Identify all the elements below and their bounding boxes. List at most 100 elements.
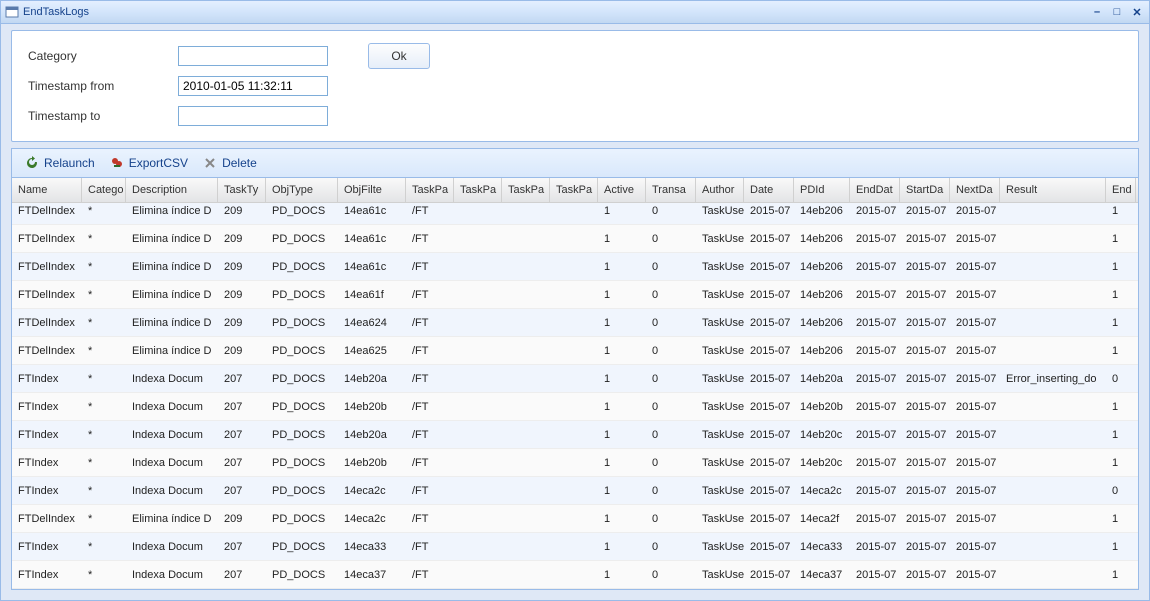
cell-date: 2015-07 xyxy=(744,205,794,217)
cell-end: 1 xyxy=(1106,457,1136,469)
cell-objfilter: 14eb20b xyxy=(338,401,406,413)
table-row[interactable]: FTDelIndex*Elimina índice D209PD_DOCS14e… xyxy=(12,253,1138,281)
table-row[interactable]: FTDelIndex*Elimina índice D209PD_DOCS14e… xyxy=(12,225,1138,253)
cell-startdate: 2015-07 xyxy=(900,373,950,385)
table-row[interactable]: FTIndex*Indexa Docum207PD_DOCS14eb20b/FT… xyxy=(12,393,1138,421)
exportcsv-button[interactable]: ExportCSV xyxy=(103,152,194,174)
column-header[interactable]: TaskPa xyxy=(550,178,598,202)
cell-name: FTDelIndex xyxy=(12,289,82,301)
column-header[interactable]: NextDa xyxy=(950,178,1000,202)
cell-name: FTDelIndex xyxy=(12,233,82,245)
table-row[interactable]: FTDelIndex*Elimina índice D209PD_DOCS14e… xyxy=(12,337,1138,365)
cell-cat: * xyxy=(82,429,126,441)
minimize-button[interactable]: – xyxy=(1089,5,1105,19)
column-header[interactable]: Name xyxy=(12,178,82,202)
cell-name: FTDelIndex xyxy=(12,345,82,357)
cell-startdate: 2015-07 xyxy=(900,233,950,245)
column-header[interactable]: ObjFilte xyxy=(338,178,406,202)
column-header[interactable]: TaskPa xyxy=(406,178,454,202)
column-header[interactable]: End xyxy=(1106,178,1136,202)
table-row[interactable]: FTIndex*Indexa Docum207PD_DOCS14eb20a/FT… xyxy=(12,421,1138,449)
cell-tasktype: 207 xyxy=(218,429,266,441)
column-header[interactable]: Result xyxy=(1000,178,1106,202)
column-header[interactable]: Author xyxy=(696,178,744,202)
cell-nextdate: 2015-07 xyxy=(950,485,1000,497)
table-row[interactable]: FTIndex*Indexa Docum207PD_DOCS14eb20a/FT… xyxy=(12,365,1138,393)
cell-objtype: PD_DOCS xyxy=(266,569,338,581)
cell-author: TaskUse xyxy=(696,261,744,273)
cell-objtype: PD_DOCS xyxy=(266,429,338,441)
table-row[interactable]: FTIndex*Indexa Docum207PD_DOCS14eca37/FT… xyxy=(12,561,1138,589)
cell-trans: 0 xyxy=(646,261,696,273)
column-header[interactable]: PDId xyxy=(794,178,850,202)
cell-objfilter: 14eca2c xyxy=(338,485,406,497)
cell-end: 1 xyxy=(1106,569,1136,581)
cell-pdid: 14eb206 xyxy=(794,345,850,357)
cell-objtype: PD_DOCS xyxy=(266,513,338,525)
relaunch-button[interactable]: Relaunch xyxy=(18,152,101,174)
cell-tasktype: 207 xyxy=(218,457,266,469)
table-row[interactable]: FTIndex*Indexa Docum207PD_DOCS14eb20b/FT… xyxy=(12,449,1138,477)
cell-cat: * xyxy=(82,261,126,273)
exportcsv-label: ExportCSV xyxy=(129,156,188,170)
column-header[interactable]: TaskTy xyxy=(218,178,266,202)
cell-end: 1 xyxy=(1106,541,1136,553)
cell-objtype: PD_DOCS xyxy=(266,485,338,497)
delete-button[interactable]: Delete xyxy=(196,152,263,174)
cell-active: 1 xyxy=(598,289,646,301)
cell-enddate: 2015-07 xyxy=(850,429,900,441)
cell-nextdate: 2015-07 xyxy=(950,233,1000,245)
column-header[interactable]: Active xyxy=(598,178,646,202)
column-header[interactable]: EndDat xyxy=(850,178,900,202)
cell-desc: Indexa Docum xyxy=(126,457,218,469)
column-header[interactable]: Date xyxy=(744,178,794,202)
titlebar[interactable]: EndTaskLogs – □ ✕ xyxy=(1,1,1149,24)
table-row[interactable]: FTIndex*Indexa Docum207PD_DOCS14eca33/FT… xyxy=(12,533,1138,561)
column-header[interactable]: Catego xyxy=(82,178,126,202)
cell-objfilter: 14ea61c xyxy=(338,205,406,217)
maximize-button[interactable]: □ xyxy=(1109,5,1125,19)
cell-enddate: 2015-07 xyxy=(850,401,900,413)
cell-objtype: PD_DOCS xyxy=(266,205,338,217)
column-header[interactable]: TaskPa xyxy=(502,178,550,202)
cell-tasktype: 207 xyxy=(218,485,266,497)
cell-active: 1 xyxy=(598,373,646,385)
cell-date: 2015-07 xyxy=(744,401,794,413)
table-row[interactable]: FTIndex*Indexa Docum207PD_DOCS14eca2c/FT… xyxy=(12,477,1138,505)
cell-desc: Indexa Docum xyxy=(126,401,218,413)
table-row[interactable]: FTDelIndex*Elimina índice D209PD_DOCS14e… xyxy=(12,203,1138,225)
cell-cat: * xyxy=(82,513,126,525)
timestamp-to-input[interactable] xyxy=(178,106,328,126)
column-header[interactable]: TaskPa xyxy=(454,178,502,202)
table-row[interactable]: FTDelIndex*Elimina índice D209PD_DOCS14e… xyxy=(12,309,1138,337)
close-button[interactable]: ✕ xyxy=(1129,5,1145,19)
ok-button[interactable]: Ok xyxy=(368,43,430,69)
cell-active: 1 xyxy=(598,569,646,581)
cell-startdate: 2015-07 xyxy=(900,457,950,469)
column-header[interactable]: Transa xyxy=(646,178,696,202)
cell-nextdate: 2015-07 xyxy=(950,569,1000,581)
cell-cat: * xyxy=(82,233,126,245)
cell-tp1: /FT xyxy=(406,513,454,525)
cell-tasktype: 209 xyxy=(218,233,266,245)
cell-tp1: /FT xyxy=(406,373,454,385)
category-input[interactable] xyxy=(178,46,328,66)
cell-date: 2015-07 xyxy=(744,261,794,273)
cell-author: TaskUse xyxy=(696,457,744,469)
column-header[interactable]: ObjType xyxy=(266,178,338,202)
table-row[interactable]: FTDelIndex*Elimina índice D209PD_DOCS14e… xyxy=(12,281,1138,309)
cell-cat: * xyxy=(82,373,126,385)
grid-body[interactable]: FTDelIndex*Elimina índice D209PD_DOCS14e… xyxy=(12,203,1138,589)
cell-enddate: 2015-07 xyxy=(850,485,900,497)
column-header[interactable]: StartDa xyxy=(900,178,950,202)
timestamp-from-input[interactable] xyxy=(178,76,328,96)
cell-author: TaskUse xyxy=(696,541,744,553)
table-row[interactable]: FTDelIndex*Elimina índice D209PD_DOCS14e… xyxy=(12,505,1138,533)
cell-end: 0 xyxy=(1106,485,1136,497)
cell-nextdate: 2015-07 xyxy=(950,261,1000,273)
cell-cat: * xyxy=(82,485,126,497)
cell-nextdate: 2015-07 xyxy=(950,317,1000,329)
cell-active: 1 xyxy=(598,429,646,441)
window: EndTaskLogs – □ ✕ Category Ok Timestamp … xyxy=(0,0,1150,601)
column-header[interactable]: Description xyxy=(126,178,218,202)
